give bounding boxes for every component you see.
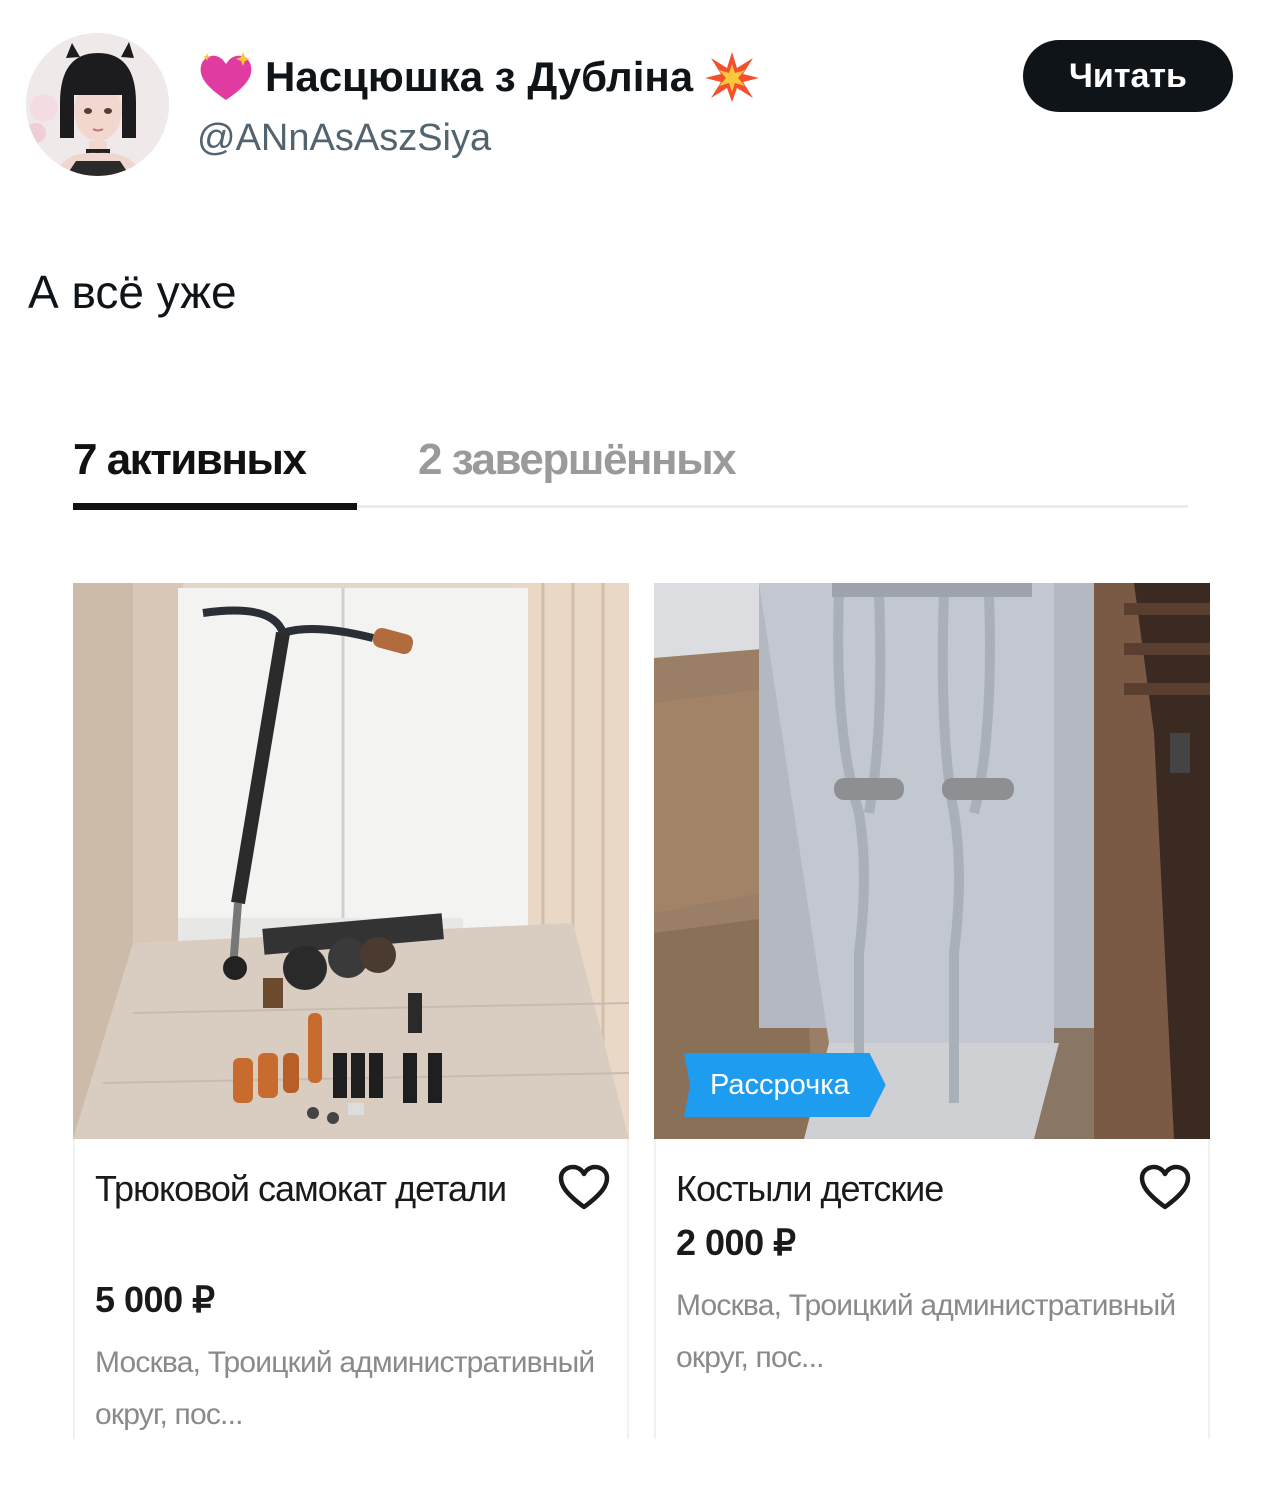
card-border (654, 1139, 656, 1439)
listing-location: Москва, Троицкий административный округ,… (95, 1346, 595, 1431)
sparkling-heart-icon (197, 50, 255, 104)
listing-price: 2 000 ₽ (676, 1222, 796, 1263)
scooter-photo (73, 583, 629, 1139)
active-tab-indicator (73, 503, 357, 510)
author-name-row[interactable]: Насцюшка з Дубліна (197, 50, 761, 104)
listing-price: 5 000 ₽ (95, 1279, 215, 1320)
listing-card-crutches[interactable]: Рассрочка Костыли детские 2 000 ₽ Москва… (654, 583, 1214, 1439)
card-border (1208, 1139, 1210, 1439)
follow-button[interactable]: Читать (1023, 40, 1233, 112)
tab-completed[interactable]: 2 завершённых (418, 435, 737, 485)
heart-icon[interactable] (557, 1163, 611, 1211)
author-name: Насцюшка з Дубліна (265, 53, 694, 100)
tab-active[interactable]: 7 активных (73, 435, 307, 485)
listing-title[interactable]: Костыли детские (676, 1161, 1096, 1217)
crutches-photo: Рассрочка (654, 583, 1210, 1139)
tweet-media-image[interactable]: 7 активных 2 завершённых Трюковой самока… (60, 410, 1214, 1440)
card-border (73, 1139, 75, 1439)
listing-tabs: 7 активных 2 завершённых (73, 435, 1188, 515)
tweet-text: А всё уже (28, 266, 237, 318)
heart-icon[interactable] (1138, 1163, 1192, 1211)
author-avatar[interactable] (26, 33, 169, 176)
listing-card-scooter[interactable]: Трюковой самокат детали 5 000 ₽ Москва, … (73, 583, 633, 1439)
installment-badge: Рассрочка (684, 1053, 886, 1117)
listing-title[interactable]: Трюковой самокат детали (95, 1161, 515, 1217)
listing-location: Москва, Троицкий административный округ,… (676, 1289, 1176, 1374)
card-border (627, 1139, 629, 1439)
collision-icon (703, 50, 761, 104)
author-handle[interactable]: @ANnAsAszSiya (197, 117, 491, 160)
